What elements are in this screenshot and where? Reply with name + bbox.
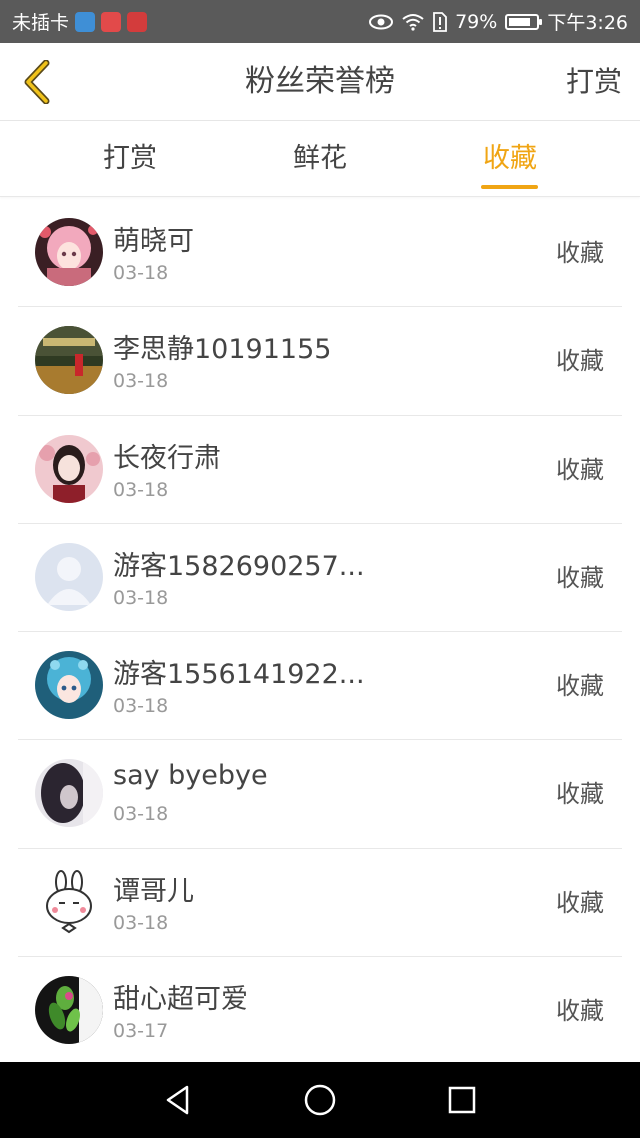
dark-portrait-avatar [35,759,103,828]
eye-icon [369,14,394,30]
user-name: 谭哥儿 [113,875,194,907]
sim-alert-icon [433,11,447,32]
tab-flowers[interactable]: 鲜花 [230,121,410,197]
tab-reward[interactable]: 打赏 [40,121,220,197]
green-flower-avatar [35,976,103,1045]
action-label: 收藏 [556,997,604,1026]
back-triangle-icon[interactable] [158,1080,198,1120]
favorite-date: 03-18 [113,695,169,718]
anime-girl-blue-avatar [35,651,103,720]
action-label: 收藏 [556,239,604,267]
photo-girl-avatar [35,434,103,503]
favorite-date: 03-18 [113,586,169,609]
browser-app-icon [75,11,96,32]
action-label: 收藏 [556,563,604,592]
user-name: 甜心超可爱 [113,984,248,1016]
page-title: 粉丝荣誉榜 [245,64,395,99]
active-tab-indicator [481,185,538,189]
list-item[interactable]: 甜心超可爱 03-17 收藏 [18,957,622,1065]
action-label: 收藏 [556,780,604,809]
list-item[interactable]: say byebye 03-18 收藏 [18,740,622,849]
status-bar: 未插卡 79% 下午3:26 [0,0,640,43]
user-name: say byebye [113,760,268,792]
battery-percent: 79% [455,10,498,33]
bunny-sticker-avatar [35,867,103,936]
carrier-label: 未插卡 [12,12,70,34]
action-label: 收藏 [556,347,604,376]
list-item[interactable]: 游客1582690257... 03-18 收藏 [18,524,622,633]
user-name: 李思静10191155 [113,334,332,366]
list-item[interactable]: 李思静10191155 03-18 收藏 [18,307,622,416]
action-label: 收藏 [556,888,604,917]
book-app-icon [127,11,148,32]
system-nav-bar [0,1062,640,1138]
header-bar: 粉丝荣誉榜 打赏 [0,43,640,121]
favorite-date: 03-18 [113,911,169,934]
mall-app-icon [101,11,122,32]
favorite-date: 03-18 [113,370,169,393]
reward-button[interactable]: 打赏 [566,43,622,121]
anime-girl-pink-avatar [35,218,103,286]
home-circle-icon[interactable] [300,1080,340,1120]
list-item[interactable]: 游客1556141922... 03-18 收藏 [18,632,622,741]
favorite-date: 03-17 [113,1020,169,1043]
battery-icon [505,13,543,30]
list-item[interactable]: 谭哥儿 03-18 收藏 [18,849,622,958]
default-user-avatar [35,542,103,611]
favorite-date: 03-18 [113,262,169,284]
user-name: 长夜行肃 [113,442,221,474]
clock: 下午3:26 [547,12,628,34]
recents-square-icon[interactable] [442,1080,482,1120]
fan-list: 萌晓可 03-18 收藏 李思静10191155 03-18 收藏 长夜行肃 0… [0,199,640,1065]
user-name: 游客1582690257... [113,550,365,582]
user-name: 萌晓可 [113,226,194,257]
list-item[interactable]: 萌晓可 03-18 收藏 [18,199,622,308]
list-item[interactable]: 长夜行肃 03-18 收藏 [18,416,622,524]
favorite-date: 03-18 [113,478,169,501]
wifi-icon [401,13,425,31]
action-label: 收藏 [556,455,604,484]
favorite-date: 03-18 [113,803,169,826]
back-button[interactable] [14,57,58,107]
tab-bar: 打赏 鲜花 收藏 [0,121,640,197]
chevron-left-icon [24,60,50,104]
action-label: 收藏 [556,672,604,701]
photo-landscape-avatar [35,326,103,395]
user-name: 游客1556141922... [113,659,365,691]
